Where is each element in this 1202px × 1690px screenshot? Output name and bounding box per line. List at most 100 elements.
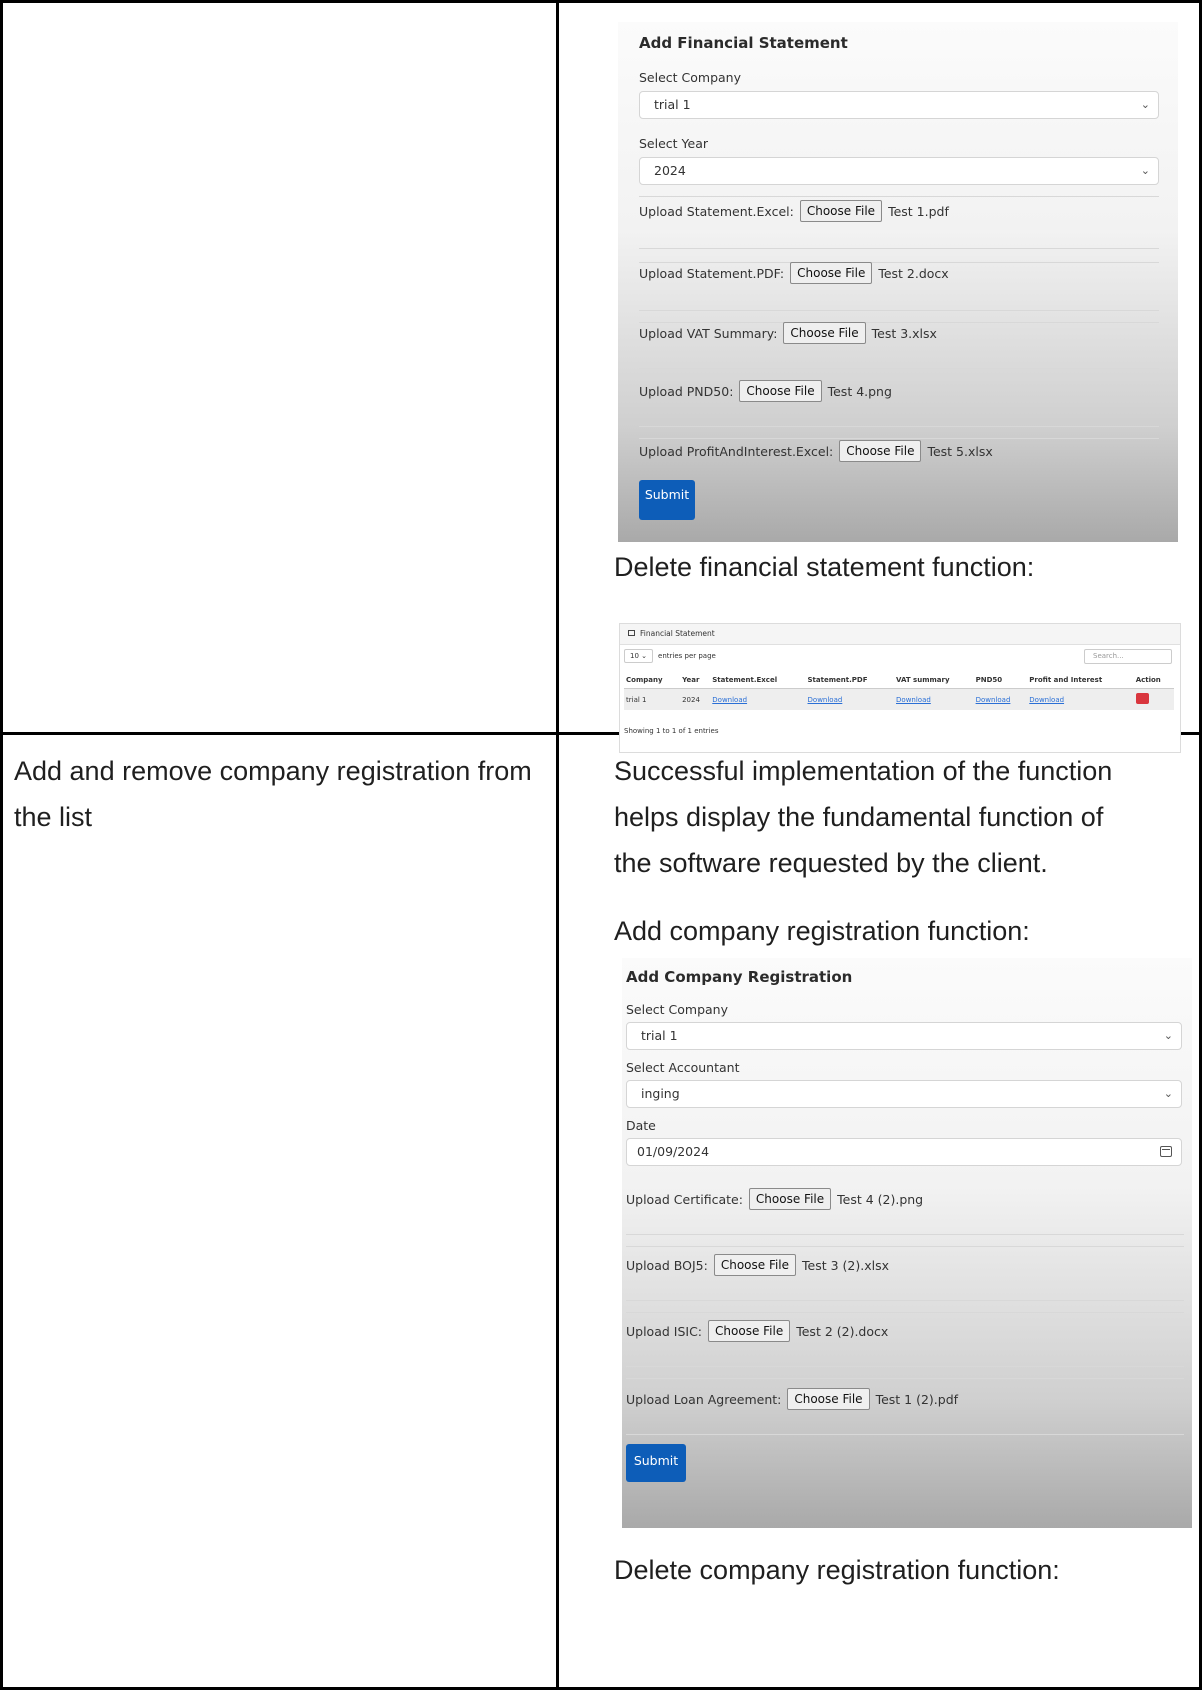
select-company-label: Select Company xyxy=(639,70,742,85)
upload-certificate-row: Upload Certificate: Choose File Test 4 (… xyxy=(626,1188,923,1210)
table-card-header: Financial Statement xyxy=(620,624,1180,645)
table-footer: Showing 1 to 1 of 1 entries xyxy=(624,727,719,735)
column-header[interactable]: Company xyxy=(624,672,681,689)
chevron-down-icon: ⌄ xyxy=(1163,1087,1173,1100)
column-header[interactable]: Statement.Excel xyxy=(710,672,806,689)
company-select[interactable]: trial 1 ⌄ xyxy=(626,1022,1182,1050)
choose-file-button[interactable]: Choose File xyxy=(799,200,883,222)
text-line: the software requested by the client. xyxy=(614,848,1048,878)
chosen-file-name: Test 4 (2).png xyxy=(837,1191,924,1207)
column-header[interactable]: VAT summary xyxy=(894,672,974,689)
upload-label: Upload PND50: xyxy=(639,383,734,399)
upload-loan-agreement-row: Upload Loan Agreement: Choose File Test … xyxy=(626,1388,958,1410)
company-select-value: trial 1 xyxy=(641,1028,678,1043)
per-page-label: entries per page xyxy=(658,652,716,660)
upload-statement-pdf-row: Upload Statement.PDF: Choose File Test 2… xyxy=(639,262,949,284)
year-select[interactable]: 2024 ⌄ xyxy=(639,157,1159,185)
text-line: Successful implementation of the functio… xyxy=(614,756,1113,786)
choose-file-button[interactable]: Choose File xyxy=(713,1254,797,1276)
delete-icon[interactable] xyxy=(1135,693,1149,704)
upload-boj5-row: Upload BOJ5: Choose File Test 3 (2).xlsx xyxy=(626,1254,889,1276)
chevron-down-icon: ⌄ xyxy=(1140,98,1150,111)
choose-file-button[interactable]: Choose File xyxy=(708,1320,791,1342)
upload-label: Upload BOJ5: xyxy=(626,1257,708,1273)
calendar-icon[interactable] xyxy=(1160,1146,1172,1157)
text-line: Add and remove company registration from xyxy=(14,756,532,786)
column-header[interactable]: Action xyxy=(1133,672,1174,689)
column-header[interactable]: Profit and Interest xyxy=(1027,672,1134,689)
download-link[interactable]: Download xyxy=(805,688,895,710)
download-link[interactable]: Download xyxy=(973,688,1028,710)
cell-action xyxy=(1133,688,1174,710)
separator xyxy=(626,1434,1184,1435)
choose-file-button[interactable]: Choose File xyxy=(839,440,922,462)
date-input[interactable]: 01/09/2024 xyxy=(626,1138,1182,1166)
upload-label: Upload Loan Agreement: xyxy=(626,1391,782,1407)
column-header[interactable]: Year xyxy=(680,672,711,689)
date-value: 01/09/2024 xyxy=(637,1144,710,1159)
chosen-file-name: Test 3 (2).xlsx xyxy=(802,1257,890,1273)
chevron-down-icon: ⌄ xyxy=(1140,164,1150,177)
separator xyxy=(639,248,1159,249)
add-registration-caption: Add company registration function: xyxy=(614,916,1030,946)
choose-file-button[interactable]: Choose File xyxy=(790,262,873,284)
upload-label: Upload ISIC: xyxy=(626,1323,703,1339)
table-border-middle xyxy=(556,0,559,1690)
chosen-file-name: Test 2.docx xyxy=(878,265,949,281)
choose-file-button[interactable]: Choose File xyxy=(783,322,866,344)
chosen-file-name: Test 3.xlsx xyxy=(871,325,937,341)
text-line: helps display the fundamental function o… xyxy=(614,802,1104,832)
delete-registration-caption: Delete company registration function: xyxy=(614,1555,1060,1585)
chevron-down-icon: ⌄ xyxy=(1163,1029,1173,1042)
upload-pnd50-row: Upload PND50: Choose File Test 4.png xyxy=(639,380,892,402)
form-title: Add Company Registration xyxy=(626,968,853,986)
separator xyxy=(626,1300,1184,1301)
chosen-file-name: Test 4.png xyxy=(827,383,892,399)
separator xyxy=(639,438,1159,439)
choose-file-button[interactable]: Choose File xyxy=(739,380,822,402)
download-link[interactable]: Download xyxy=(894,688,974,710)
submit-button[interactable]: Submit xyxy=(639,480,695,520)
select-company-label: Select Company xyxy=(626,1002,729,1017)
download-link[interactable]: Download xyxy=(710,688,806,710)
text-line: the list xyxy=(14,802,93,832)
upload-profit-interest-row: Upload ProfitAndInterest.Excel: Choose F… xyxy=(639,440,993,462)
search-input[interactable]: Search... xyxy=(1084,649,1172,664)
chosen-file-name: Test 1 (2).pdf xyxy=(875,1391,959,1407)
upload-statement-excel-row: Upload Statement.Excel: Choose File Test… xyxy=(639,200,949,222)
choose-file-button[interactable]: Choose File xyxy=(748,1188,832,1210)
submit-button[interactable]: Submit xyxy=(626,1444,686,1482)
download-link[interactable]: Download xyxy=(1027,688,1134,710)
table-icon xyxy=(628,630,635,636)
separator xyxy=(626,1234,1184,1235)
row2-left-text: Add and remove company registration from… xyxy=(14,748,532,840)
upload-label: Upload VAT Summary: xyxy=(639,325,778,341)
year-select-value: 2024 xyxy=(654,163,686,178)
choose-file-button[interactable]: Choose File xyxy=(787,1388,870,1410)
date-label: Date xyxy=(626,1118,656,1133)
financial-statement-table-screenshot: Financial Statement 10 ⌄ entries per pag… xyxy=(619,623,1181,753)
separator xyxy=(639,196,1159,197)
company-select-value: trial 1 xyxy=(654,97,691,112)
entries-per-page: 10 ⌄ entries per page xyxy=(624,649,716,663)
document-table: Add Financial Statement Select Company t… xyxy=(0,0,1202,1690)
company-registration-form-screenshot: Add Company Registration Select Company … xyxy=(622,958,1192,1528)
per-page-select[interactable]: 10 ⌄ xyxy=(624,649,654,663)
financial-statement-form-screenshot: Add Financial Statement Select Company t… xyxy=(618,22,1178,542)
separator xyxy=(626,1312,1184,1313)
accountant-select[interactable]: inging ⌄ xyxy=(626,1080,1182,1108)
separator xyxy=(626,1246,1184,1247)
separator xyxy=(626,1378,1184,1379)
company-select[interactable]: trial 1 ⌄ xyxy=(639,91,1159,119)
upload-label: Upload Statement.PDF: xyxy=(639,265,785,281)
column-header[interactable]: Statement.PDF xyxy=(805,672,895,689)
column-header[interactable]: PND50 xyxy=(973,672,1028,689)
separator xyxy=(639,310,1159,311)
form-title: Add Financial Statement xyxy=(639,34,848,52)
table-row: trial 1 2024 Download Download Download … xyxy=(624,688,1174,710)
separator xyxy=(639,368,1159,369)
chosen-file-name: Test 2 (2).docx xyxy=(796,1323,889,1339)
financial-statement-table: Company Year Statement.Excel Statement.P… xyxy=(624,672,1174,710)
table-border-top xyxy=(0,0,1202,3)
delete-financial-caption: Delete financial statement function: xyxy=(614,552,1035,582)
